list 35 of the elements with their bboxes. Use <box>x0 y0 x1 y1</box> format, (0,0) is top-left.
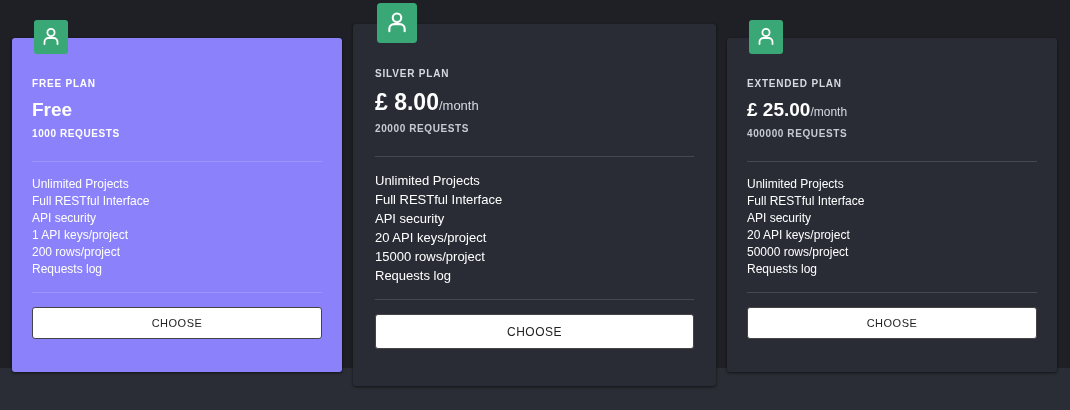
feature-item: API security <box>32 210 98 227</box>
feature-item: Requests log <box>375 267 452 285</box>
plan-price: £ 8.00 <box>375 89 439 116</box>
feature-item: 200 rows/project <box>32 244 122 261</box>
feature-item: 20 API keys/project <box>375 229 488 247</box>
feature-item: 50000 rows/project <box>747 244 850 261</box>
feature-item: Full RESTful Interface <box>32 193 151 210</box>
feature-item: Requests log <box>32 261 104 278</box>
request-count: 400000 REQUESTS <box>747 128 849 139</box>
feature-item: API security <box>747 210 813 227</box>
feature-item: Requests log <box>747 261 819 278</box>
feature-item: Unlimited Projects <box>32 176 130 193</box>
choose-button[interactable]: CHOOSE <box>747 307 1037 339</box>
user-icon <box>749 20 783 54</box>
feature-item: Full RESTful Interface <box>375 191 504 209</box>
feature-item: Unlimited Projects <box>375 172 481 190</box>
user-icon <box>34 20 68 54</box>
price-period: /month <box>438 98 479 113</box>
feature-item: Unlimited Projects <box>747 176 845 193</box>
price-period: /month <box>810 105 848 119</box>
plan-name: FREE PLAN <box>32 78 97 89</box>
feature-item: 15000 rows/project <box>375 248 486 266</box>
user-icon <box>377 3 417 43</box>
plan-price: £ 25.00 <box>747 99 811 121</box>
plan-price: Free <box>32 99 73 121</box>
feature-item: API security <box>375 210 446 228</box>
choose-button[interactable]: CHOOSE <box>375 314 694 349</box>
feature-item: Full RESTful Interface <box>747 193 866 210</box>
feature-item: 20 API keys/project <box>747 227 851 244</box>
request-count: 20000 REQUESTS <box>375 123 470 134</box>
choose-button[interactable]: CHOOSE <box>32 307 322 339</box>
plan-name: EXTENDED PLAN <box>747 78 843 89</box>
request-count: 1000 REQUESTS <box>32 128 121 139</box>
feature-item: 1 API keys/project <box>32 227 130 244</box>
plan-name: SILVER PLAN <box>375 68 451 79</box>
